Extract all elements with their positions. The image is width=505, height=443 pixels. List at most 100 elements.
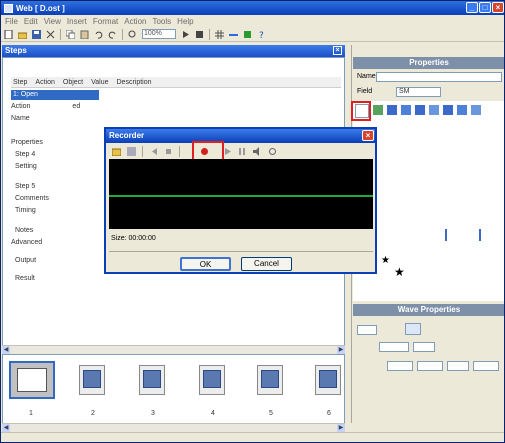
list-item[interactable]: Result <box>15 275 35 282</box>
steps-horizontal-scrollbar[interactable]: ◀ ▶ <box>2 345 345 354</box>
column-header-step[interactable]: Step <box>13 79 27 86</box>
scroll-left-arrow[interactable]: ◀ <box>2 424 10 432</box>
steps-panel-close-button[interactable]: × <box>333 46 342 55</box>
find-icon[interactable] <box>128 30 137 39</box>
play-icon[interactable] <box>223 147 232 156</box>
pause-icon[interactable] <box>238 147 247 156</box>
grid-icon[interactable] <box>215 29 224 39</box>
list-view-icon[interactable] <box>429 105 439 115</box>
slider-marker[interactable] <box>479 229 481 241</box>
copy-icon[interactable] <box>65 29 76 39</box>
dialog-separator <box>109 251 373 252</box>
list-item[interactable]: Setting <box>15 163 37 170</box>
layout-icon[interactable] <box>401 105 411 115</box>
range-input[interactable] <box>473 361 499 371</box>
column-header-value[interactable]: Value <box>91 79 108 86</box>
dialog-close-button[interactable]: × <box>362 130 374 141</box>
range-input[interactable] <box>417 361 443 371</box>
list-item[interactable]: Output <box>15 257 36 264</box>
volume-icon[interactable] <box>253 147 262 156</box>
minimize-button[interactable]: _ <box>466 2 478 13</box>
cancel-button[interactable]: Cancel <box>241 257 292 271</box>
name-input[interactable] <box>376 72 502 82</box>
thumbnail-item[interactable] <box>79 365 105 395</box>
detail-view-icon[interactable] <box>457 105 467 115</box>
range-input[interactable] <box>387 361 413 371</box>
color-icon[interactable] <box>243 30 252 39</box>
zoom-combo[interactable]: 100% <box>142 29 176 39</box>
properties-panel-header: Properties <box>353 57 504 69</box>
thumbnail-label: 2 <box>91 410 95 417</box>
play-icon[interactable] <box>181 30 190 39</box>
column-header-object[interactable]: Object <box>63 79 83 86</box>
slider-marker[interactable] <box>445 229 447 241</box>
close-button[interactable]: × <box>492 2 504 13</box>
checkbox-field[interactable] <box>357 325 377 335</box>
title-bar: Web [ D.ost ] _ □ × <box>1 1 504 15</box>
value-input[interactable] <box>379 342 409 352</box>
menu-edit[interactable]: Edit <box>24 17 38 26</box>
redo-icon[interactable] <box>108 30 117 39</box>
menu-view[interactable]: View <box>44 17 61 26</box>
tile-view-icon[interactable] <box>443 105 453 115</box>
grid-icon[interactable] <box>127 147 136 156</box>
list-item[interactable]: Name <box>11 115 30 122</box>
app-icon <box>4 3 13 13</box>
maximize-button[interactable]: □ <box>479 2 491 13</box>
list-item[interactable]: Notes <box>15 227 33 234</box>
value-input[interactable] <box>413 342 435 352</box>
field-input[interactable]: SM <box>396 87 441 97</box>
folder-icon[interactable] <box>111 147 122 157</box>
open-icon[interactable] <box>17 30 28 39</box>
menu-file[interactable]: File <box>5 17 18 26</box>
thumbnail-item[interactable] <box>139 365 165 395</box>
help-icon[interactable]: ? <box>257 30 266 41</box>
grid-view-icon[interactable] <box>415 105 425 115</box>
menu-tools[interactable]: Tools <box>152 17 171 26</box>
menu-format[interactable]: Format <box>93 17 118 26</box>
list-item[interactable]: Action ed <box>11 103 80 110</box>
thumbnail-item[interactable] <box>9 361 55 399</box>
scroll-right-arrow[interactable]: ▶ <box>337 346 345 354</box>
scroll-right-arrow[interactable]: ▶ <box>337 424 345 432</box>
dialog-toolbar <box>108 145 373 158</box>
thumbnail-view-icon[interactable] <box>471 105 481 115</box>
recorder-dialog: Recorder × Size: 00:00:00 OK Cancel <box>104 127 377 274</box>
list-item[interactable]: Comments <box>15 195 49 202</box>
selected-step-row[interactable]: 1: Open <box>11 90 99 100</box>
list-item[interactable]: Properties <box>11 139 43 146</box>
toolbar-separator <box>60 28 61 40</box>
scroll-left-arrow[interactable]: ◀ <box>2 346 10 354</box>
thumbnail-item[interactable] <box>199 365 225 395</box>
menu-help[interactable]: Help <box>177 17 193 26</box>
paste-icon[interactable] <box>80 30 89 39</box>
steps-list-header: Step Action Object Value Description <box>11 77 341 88</box>
range-input[interactable] <box>447 361 469 371</box>
list-item[interactable]: Step 4 <box>15 151 35 158</box>
option-button[interactable] <box>405 323 421 335</box>
line-icon[interactable] <box>229 30 238 39</box>
list-item[interactable]: Step 5 <box>15 183 35 190</box>
new-icon[interactable] <box>4 29 13 39</box>
settings-icon[interactable] <box>268 147 277 156</box>
rewind-icon[interactable] <box>149 147 158 156</box>
list-item[interactable]: Timing <box>15 207 36 214</box>
menu-action[interactable]: Action <box>124 17 146 26</box>
column-header-description[interactable]: Description <box>117 79 152 86</box>
caption-buttons: _ □ × <box>466 2 504 13</box>
menu-insert[interactable]: Insert <box>67 17 87 26</box>
stop-icon[interactable] <box>164 147 173 156</box>
style-icon[interactable] <box>387 105 397 115</box>
thumbnail-item[interactable] <box>257 365 283 395</box>
format-icon[interactable] <box>373 105 383 115</box>
dialog-status: Size: 00:00:00 <box>111 235 156 242</box>
thumbnail-item[interactable] <box>315 365 341 395</box>
list-item[interactable]: Advanced <box>11 239 42 246</box>
cut-icon[interactable] <box>46 30 55 39</box>
save-icon[interactable] <box>32 29 41 39</box>
stop-icon[interactable] <box>195 30 204 39</box>
undo-icon[interactable] <box>94 30 103 39</box>
thumbnail-scrollbar[interactable]: ◀ ▶ <box>2 423 345 432</box>
ok-button[interactable]: OK <box>180 257 231 271</box>
column-header-action[interactable]: Action <box>35 79 54 86</box>
